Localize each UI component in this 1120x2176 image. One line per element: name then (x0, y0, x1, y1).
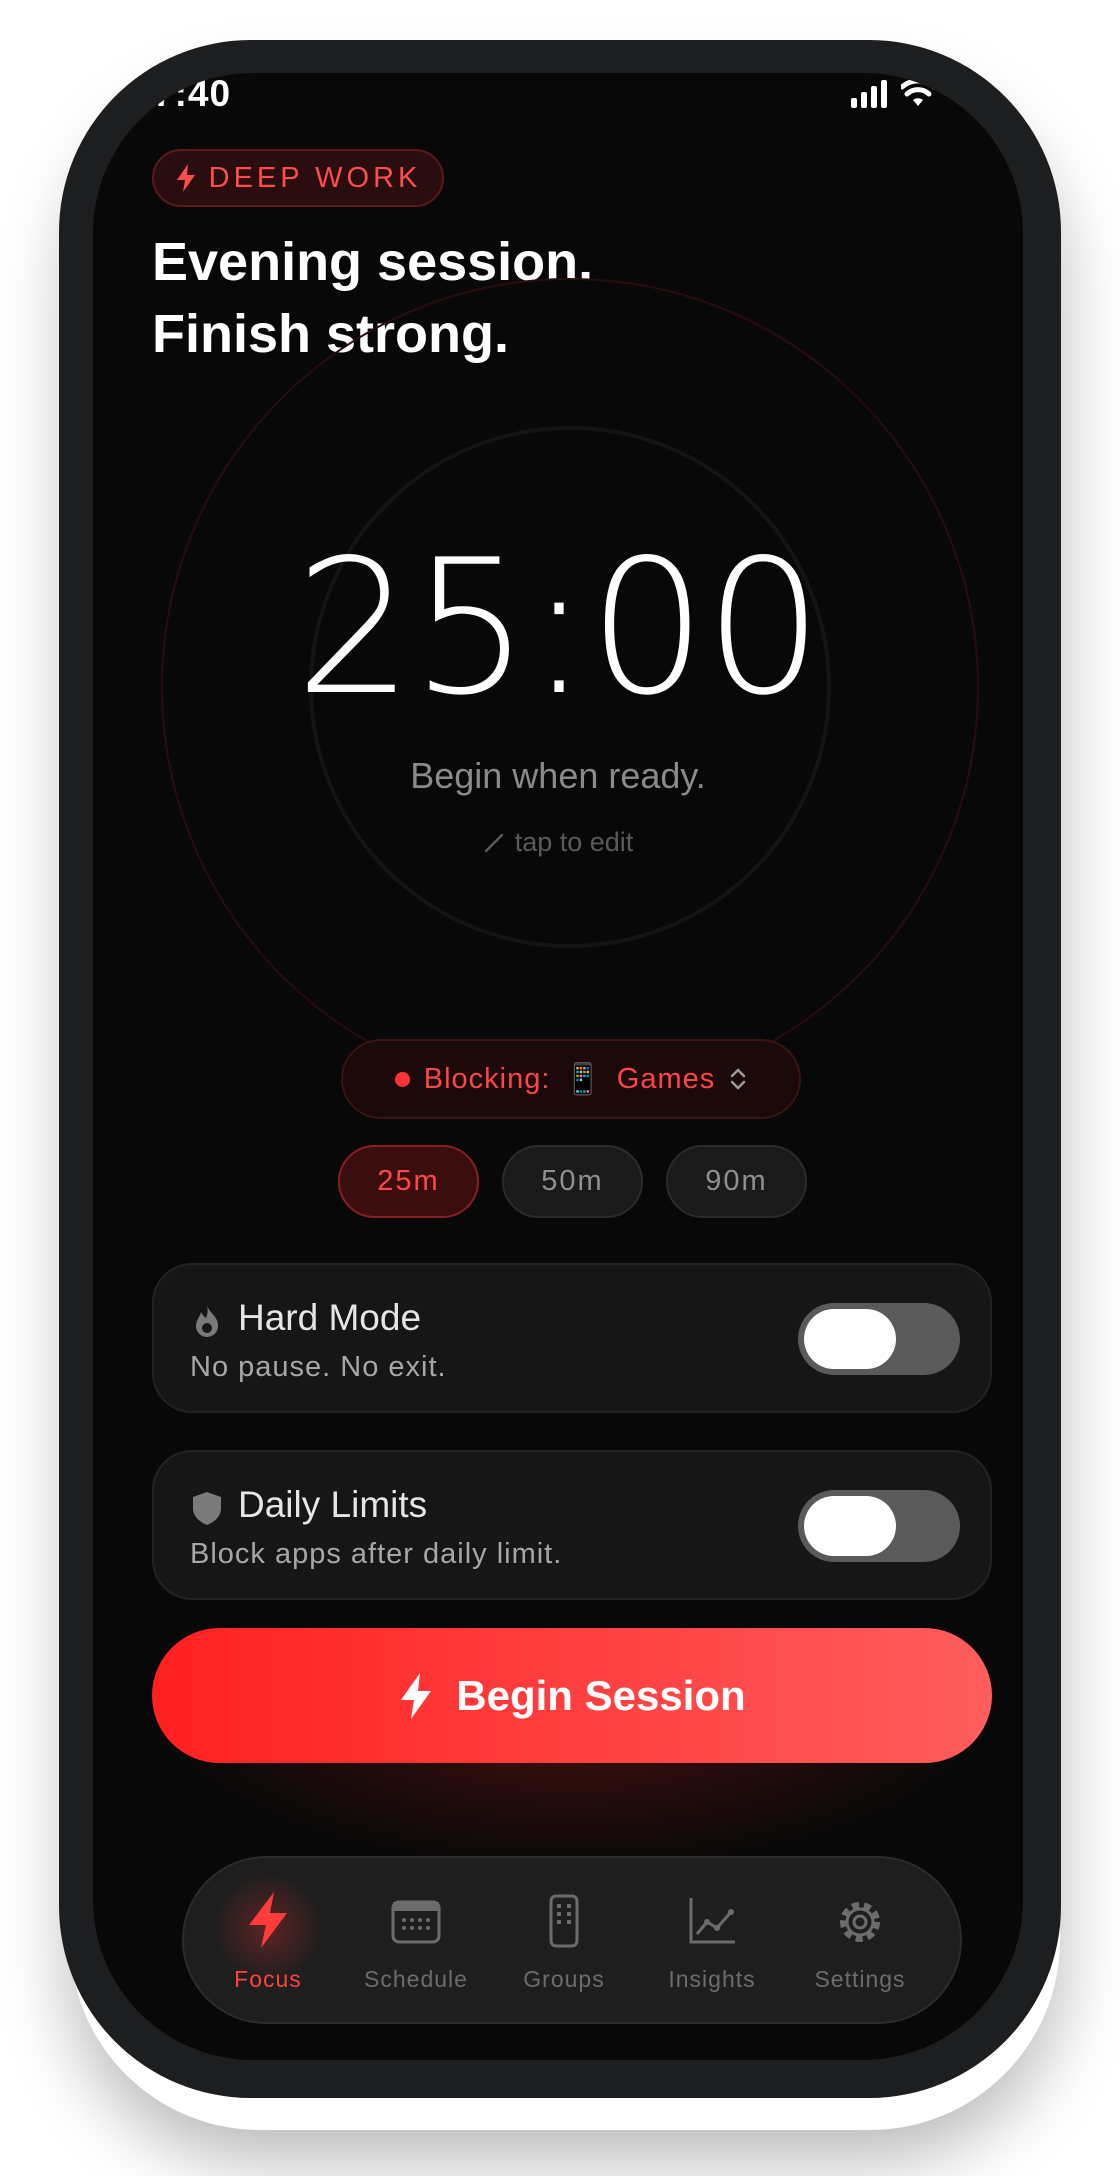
duration-chip-25m[interactable]: 25m (338, 1145, 479, 1218)
blocking-label: Blocking: (423, 1062, 551, 1095)
status-time: 7:40 (153, 73, 232, 114)
bolt-icon (401, 1672, 432, 1719)
wifi-icon (901, 80, 935, 106)
timer-caption: Begin when ready. (410, 755, 706, 796)
phone-icon (549, 1894, 579, 1948)
begin-session-button[interactable]: Begin Session (152, 1628, 992, 1763)
tab-label: Settings (814, 1966, 906, 1992)
chevron-updown-icon (731, 1068, 746, 1090)
signal-icon (851, 78, 887, 108)
daily-limits-title: Daily Limits (238, 1484, 428, 1525)
tab-focus[interactable]: Focus (194, 1858, 342, 2026)
status-dot (394, 1071, 410, 1087)
tab-settings[interactable]: Settings (786, 1858, 934, 2026)
pencil-icon (484, 833, 503, 852)
chart-icon (689, 1898, 735, 1944)
duration-chip-90m[interactable]: 90m (666, 1145, 807, 1218)
tab-groups[interactable]: Groups (490, 1858, 638, 2026)
tab-label: Groups (523, 1966, 605, 1992)
blocking-selector[interactable]: Blocking: 📱 Games (341, 1039, 801, 1119)
duration-chips: 25m 50m 90m (338, 1145, 807, 1218)
daily-limits-card: Daily Limits Block apps after daily limi… (152, 1450, 992, 1600)
tab-label: Schedule (364, 1966, 468, 1992)
tab-label: Focus (234, 1966, 302, 1992)
begin-session-label: Begin Session (456, 1671, 746, 1719)
hard-mode-toggle[interactable] (798, 1303, 960, 1375)
toggle-knob (804, 1496, 896, 1556)
tab-label: Insights (668, 1966, 756, 1992)
phone-emoji: 📱 (564, 1062, 603, 1096)
mode-badge: DEEP WORK (152, 149, 444, 207)
flame-icon (196, 1305, 218, 1337)
status-icons (851, 78, 935, 108)
hard-mode-card: Hard Mode No pause. No exit. (152, 1263, 992, 1413)
tab-insights[interactable]: Insights (638, 1858, 786, 2026)
edit-hint[interactable]: tap to edit (93, 827, 1023, 858)
blocking-group: Games (616, 1062, 716, 1095)
gear-icon (840, 1902, 880, 1942)
hard-mode-subtitle: No pause. No exit. (190, 1351, 447, 1383)
tab-bar: Focus Schedule Groups Insights Settings (182, 1856, 962, 2024)
toggle-knob (804, 1309, 896, 1369)
duration-chip-50m[interactable]: 50m (502, 1145, 643, 1218)
bolt-icon (176, 164, 195, 192)
phone-screen: 7:40 DEEP WORK Evening session. Finish s… (93, 73, 1023, 2060)
badge-label: DEEP WORK (208, 161, 422, 194)
bolt-icon (249, 1892, 287, 1948)
tab-schedule[interactable]: Schedule (342, 1858, 490, 2026)
shield-icon (193, 1492, 221, 1525)
calendar-icon (391, 1900, 441, 1944)
daily-limits-toggle[interactable] (798, 1490, 960, 1562)
timer-display[interactable]: 25:00 (93, 528, 1023, 728)
daily-limits-subtitle: Block apps after daily limit. (190, 1538, 563, 1570)
hard-mode-title: Hard Mode (238, 1297, 422, 1338)
edit-hint-label: tap to edit (514, 827, 634, 857)
